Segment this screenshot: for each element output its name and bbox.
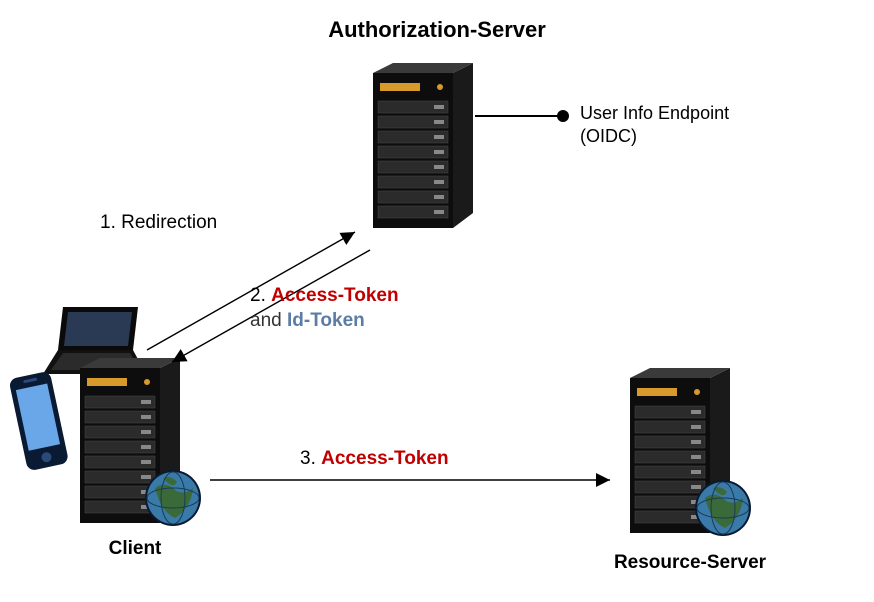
step3-access: Access-Token xyxy=(321,448,448,469)
server-with-globe-icon xyxy=(625,368,755,548)
resource-server-node xyxy=(625,368,755,553)
phone-icon xyxy=(4,368,74,476)
auth-server-title: Authorization-Server xyxy=(0,17,874,43)
endpoint-label-line1: User Info Endpoint xyxy=(580,103,729,124)
step1-text: Redirection xyxy=(121,212,217,233)
step2-label-line1: 2. Access-Token xyxy=(250,285,399,307)
endpoint-label-line2: (OIDC) xyxy=(580,126,637,147)
step2-id: Id-Token xyxy=(287,310,365,331)
diagram-stage: Authorization-Server xyxy=(0,0,874,602)
step2-and: and xyxy=(250,310,282,331)
auth-server-node xyxy=(368,63,478,243)
step2-access: Access-Token xyxy=(271,285,398,306)
step2-num: 2. xyxy=(250,285,266,306)
server-with-globe-icon xyxy=(75,358,205,538)
server-icon xyxy=(368,63,478,238)
step2-label-line2: and Id-Token xyxy=(250,310,365,332)
client-server-node xyxy=(75,358,205,543)
client-label: Client xyxy=(65,538,205,560)
step1-num: 1. xyxy=(100,212,116,233)
step3-label: 3. Access-Token xyxy=(300,448,449,470)
step3-num: 3. xyxy=(300,448,316,469)
step1-label: 1. Redirection xyxy=(100,212,217,234)
resource-server-label: Resource-Server xyxy=(575,552,805,574)
